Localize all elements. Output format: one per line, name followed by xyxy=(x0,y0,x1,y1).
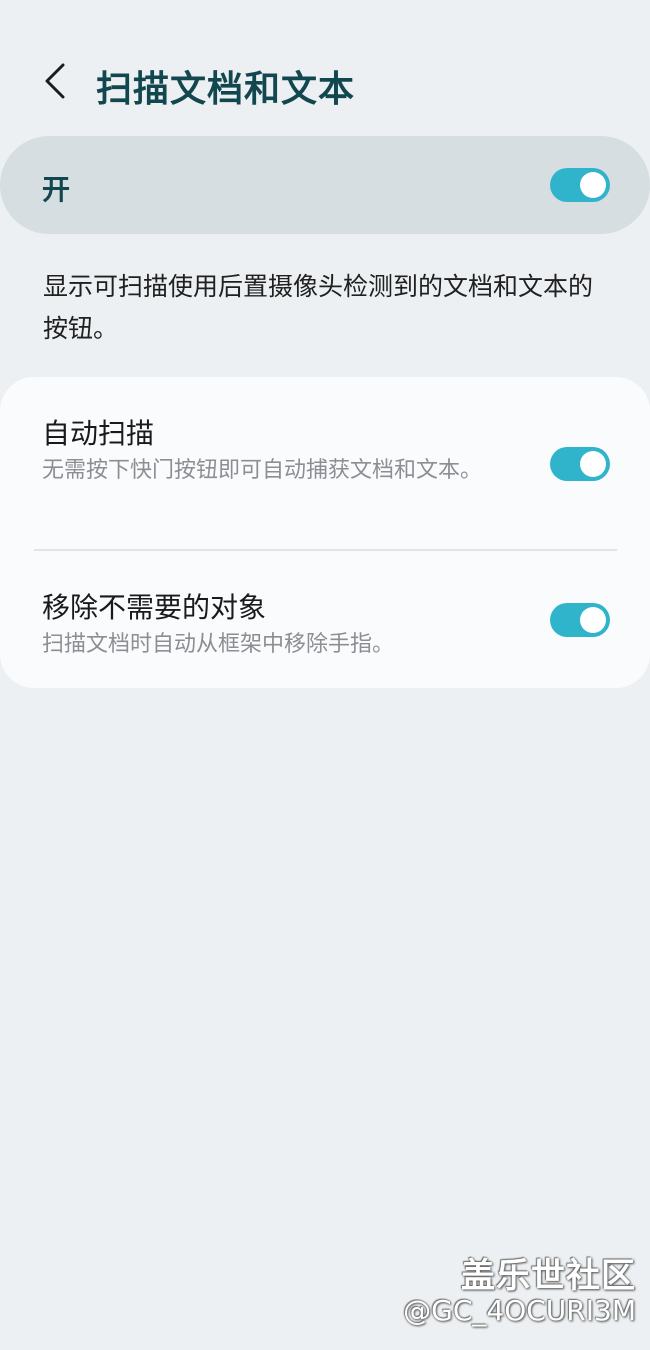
setting-row-remove-objects[interactable]: 移除不需要的对象 扫描文档时自动从框架中移除手指。 xyxy=(0,551,650,688)
setting-title: 自动扫描 xyxy=(42,417,155,450)
master-toggle[interactable] xyxy=(550,168,610,202)
remove-objects-toggle[interactable] xyxy=(550,603,610,637)
watermark-title: 盖乐世社区 xyxy=(461,1256,636,1296)
page-title: 扫描文档和文本 xyxy=(96,69,356,110)
setting-row-auto-scan[interactable]: 自动扫描 无需按下快门按钮即可自动捕获文档和文本。 xyxy=(0,377,650,549)
app-header: 扫描文档和文本 xyxy=(0,0,650,140)
auto-scan-toggle[interactable] xyxy=(550,447,610,481)
setting-title: 移除不需要的对象 xyxy=(42,591,267,624)
master-switch-bar[interactable]: 开 xyxy=(0,136,650,234)
setting-subtitle: 无需按下快门按钮即可自动捕获文档和文本。 xyxy=(42,458,483,483)
settings-card: 自动扫描 无需按下快门按钮即可自动捕获文档和文本。 移除不需要的对象 扫描文档时… xyxy=(0,377,650,688)
master-switch-label: 开 xyxy=(42,173,71,206)
setting-subtitle: 扫描文档时自动从框架中移除手指。 xyxy=(42,632,395,657)
toggle-knob xyxy=(580,451,606,477)
back-button[interactable] xyxy=(30,56,80,106)
chevron-left-icon xyxy=(45,63,65,99)
feature-description: 显示可扫描使用后置摄像头检测到的文档和文本的按钮。 xyxy=(43,272,594,343)
watermark-handle: @GC_4OCURI3M xyxy=(403,1294,636,1327)
toggle-knob xyxy=(580,172,606,198)
toggle-knob xyxy=(580,607,606,633)
